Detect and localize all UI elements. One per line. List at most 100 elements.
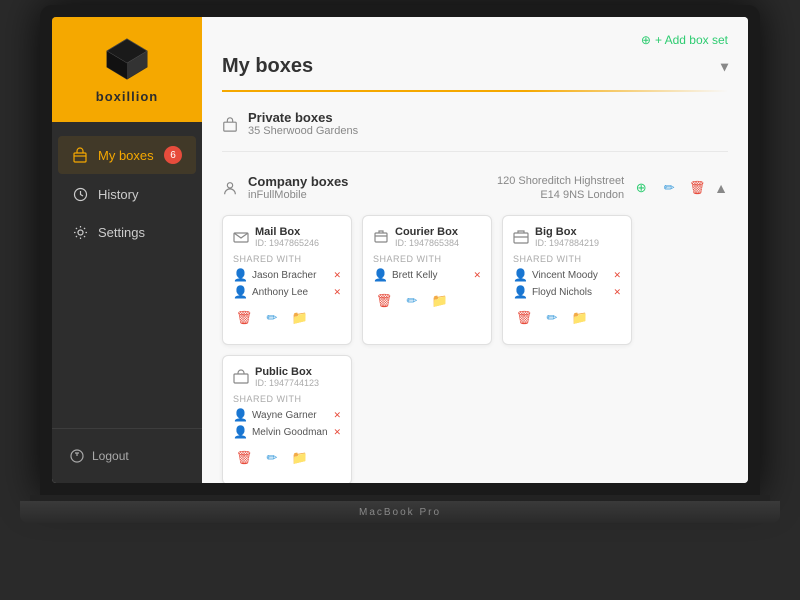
gear-icon [72,224,88,240]
person-icon-2: 👤 [233,285,248,299]
company-collapse-icon[interactable]: ▲ [714,180,728,196]
courier-box-title: Courier Box [395,226,459,238]
my-boxes-badge: 6 [164,146,182,164]
company-edit-button[interactable]: ✏ [658,177,680,199]
courier-box-header: Courier Box ID: 1947865384 [373,226,481,248]
public-edit-btn[interactable]: ✏ [261,447,283,469]
mail-folder-btn[interactable]: 📁 [289,307,311,329]
private-boxes-icon [222,116,238,132]
logout-button[interactable]: Logout [64,441,190,471]
big-box-header: Big Box ID: 1947884219 [513,226,621,248]
sidebar-item-settings[interactable]: Settings [58,214,196,250]
mail-user-2: 👤 Anthony Lee ✕ [233,285,341,299]
big-box-icon [513,229,529,245]
big-user-1: 👤 Vincent Moody ✕ [513,268,621,282]
laptop-brand: MacBook Pro [359,507,441,518]
person-icon-4: 👤 [513,268,528,282]
public-box-id: ID: 1947744123 [255,378,319,388]
box-card-courier: Courier Box ID: 1947865384 SHARED WITH 👤… [362,215,492,345]
mail-box-header: Mail Box ID: 1947865246 [233,226,341,248]
group-subname-company: inFullMobile [248,189,348,201]
public-delete-btn[interactable]: 🗑 [233,447,255,469]
box-icon [72,147,88,163]
company-delete-button[interactable]: 🗑 [686,177,708,199]
public-folder-btn[interactable]: 📁 [289,447,311,469]
screen-bezel: boxillion My boxes 6 [40,5,760,495]
mail-box-icon [233,229,249,245]
mail-user-2-remove[interactable]: ✕ [333,287,341,298]
company-add-button[interactable]: ⊕ [630,177,652,199]
public-user-1-remove[interactable]: ✕ [333,410,341,421]
section-title: My boxes ▾ [222,55,728,78]
mail-card-actions: 🗑 ✏ 📁 [233,307,341,329]
nav-bottom: Logout [52,428,202,483]
big-folder-btn[interactable]: 📁 [569,307,591,329]
group-header-left-company: Company boxes inFullMobile [222,174,348,201]
laptop-wrapper: boxillion My boxes 6 [10,5,790,595]
app-logo-icon [103,35,151,83]
group-header-left-private: Private boxes 35 Sherwood Gardens [222,110,358,137]
group-divider-private [222,151,728,152]
mail-edit-btn[interactable]: ✏ [261,307,283,329]
big-box-title: Big Box [535,226,599,238]
public-user-1-name: Wayne Garner [252,410,317,421]
company-address2: E14 9NS London [540,189,624,201]
sidebar-item-history[interactable]: History [58,176,196,212]
public-user-1: 👤 Wayne Garner ✕ [233,408,341,422]
big-user-1-remove[interactable]: ✕ [613,270,621,281]
public-user-2-remove[interactable]: ✕ [333,427,341,438]
courier-box-icon [373,229,389,245]
mail-box-title: Mail Box [255,226,319,238]
mail-user-2-name: Anthony Lee [252,287,308,298]
courier-user-1: 👤 Brett Kelly ✕ [373,268,481,282]
public-box-icon [233,369,249,385]
group-name-private: Private boxes [248,110,358,125]
section-collapse-icon[interactable]: ▾ [721,58,728,75]
courier-delete-btn[interactable]: 🗑 [373,290,395,312]
plus-icon: ⊕ [641,33,651,47]
courier-box-id: ID: 1947865384 [395,238,459,248]
add-box-set-label: + Add box set [655,33,728,47]
person-icon-3: 👤 [373,268,388,282]
public-user-2-name: Melvin Goodman [252,427,328,438]
public-box-header: Public Box ID: 1947744123 [233,366,341,388]
main-content: ⊕ + Add box set My boxes ▾ [202,17,748,483]
big-delete-btn[interactable]: 🗑 [513,307,535,329]
nav-items: My boxes 6 History [52,122,202,428]
mail-user-1: 👤 Jason Bracher ✕ [233,268,341,282]
courier-folder-btn[interactable]: 📁 [429,290,451,312]
big-box-id: ID: 1947884219 [535,238,599,248]
box-group-private: Private boxes 35 Sherwood Gardens [222,104,728,152]
box-card-big: Big Box ID: 1947884219 SHARED WITH 👤 Vin… [502,215,632,345]
mail-delete-btn[interactable]: 🗑 [233,307,255,329]
box-group-company: Company boxes inFullMobile 120 Shoreditc… [222,168,728,483]
person-icon-1: 👤 [233,268,248,282]
logo-area: boxillion [52,17,202,122]
courier-edit-btn[interactable]: ✏ [401,290,423,312]
sidebar: boxillion My boxes 6 [52,17,202,483]
group-info-company: Company boxes inFullMobile [248,174,348,201]
courier-user-1-remove[interactable]: ✕ [473,270,481,281]
clock-icon [72,186,88,202]
sidebar-label-settings: Settings [98,225,145,240]
big-edit-btn[interactable]: ✏ [541,307,563,329]
company-box-cards: Mail Box ID: 1947865246 SHARED WITH 👤 Ja… [222,215,728,483]
group-header-company: Company boxes inFullMobile 120 Shoreditc… [222,168,728,207]
sidebar-label-history: History [98,187,138,202]
person-icon-6: 👤 [233,408,248,422]
logout-label: Logout [92,449,129,463]
mail-user-1-remove[interactable]: ✕ [333,270,341,281]
mail-shared-label: SHARED WITH [233,254,341,264]
company-boxes-icon [222,180,238,196]
big-user-1-name: Vincent Moody [532,270,598,281]
public-user-2: 👤 Melvin Goodman ✕ [233,425,341,439]
big-user-2-remove[interactable]: ✕ [613,287,621,298]
big-user-2: 👤 Floyd Nichols ✕ [513,285,621,299]
big-card-actions: 🗑 ✏ 📁 [513,307,621,329]
add-box-set-button[interactable]: ⊕ + Add box set [222,33,728,47]
public-card-actions: 🗑 ✏ 📁 [233,447,341,469]
courier-user-1-name: Brett Kelly [392,270,438,281]
group-info-private: Private boxes 35 Sherwood Gardens [248,110,358,137]
sidebar-item-my-boxes[interactable]: My boxes 6 [58,136,196,174]
section-divider [222,90,728,92]
